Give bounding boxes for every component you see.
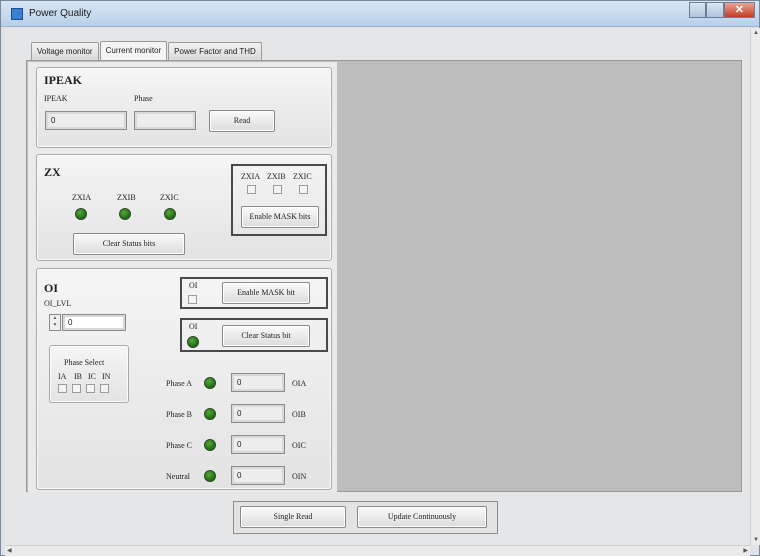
oi-status-led-indicator	[187, 336, 199, 348]
oi-lvl-spinner[interactable]: ▲ ▼	[49, 314, 61, 331]
ipeak-group: IPEAK IPEAK 0 Phase Read	[36, 67, 332, 148]
phase-b-value-field: 0	[231, 404, 285, 423]
scroll-down-arrow-icon[interactable]: ▼	[753, 537, 759, 543]
neutral-led-indicator	[204, 470, 216, 482]
zxib-led-label: ZXIB	[117, 193, 136, 202]
phase-field-label: Phase	[134, 94, 153, 103]
phase-a-unit-label: OIA	[292, 379, 307, 388]
neutral-label: Neutral	[166, 472, 190, 481]
read-button[interactable]: Read	[209, 110, 275, 132]
title-bar[interactable]: Power Quality ✕	[1, 1, 759, 27]
app-icon	[11, 8, 23, 20]
phase-a-led-indicator	[204, 377, 216, 389]
scroll-up-arrow-icon[interactable]: ▲	[753, 30, 759, 36]
minimize-button[interactable]	[689, 2, 707, 18]
phase-select-in-checkbox[interactable]	[100, 384, 109, 393]
maximize-button[interactable]	[706, 2, 724, 18]
zxic-led-indicator	[164, 208, 176, 220]
phase-c-unit-label: OIC	[292, 441, 306, 450]
phase-select-ib-label: IB	[74, 372, 82, 381]
zxic-mask-checkbox[interactable]	[299, 185, 308, 194]
phase-select-in-label: IN	[102, 372, 111, 381]
zx-mask-box: ZXIA ZXIB ZXIC Enable MASK bits	[231, 164, 327, 236]
oi-status-box: OI Clear Status bit	[180, 318, 328, 352]
phase-c-label: Phase C	[166, 441, 192, 450]
phase-value-field	[134, 111, 196, 130]
neutral-unit-label: OIN	[292, 472, 307, 481]
ipeak-value-field: 0	[45, 111, 127, 130]
oi-mask-box: OI Enable MASK bit	[180, 277, 328, 309]
phase-b-unit-label: OIB	[292, 410, 306, 419]
zxib-mask-checkbox[interactable]	[273, 185, 282, 194]
zxic-led-label: ZXIC	[160, 193, 179, 202]
phase-select-ia-label: IA	[58, 372, 67, 381]
zxia-led-indicator	[75, 208, 87, 220]
zxia-led-label: ZXIA	[72, 193, 92, 202]
window-title: Power Quality	[29, 8, 92, 19]
ipeak-title: IPEAK	[44, 73, 83, 87]
zx-enable-mask-button[interactable]: Enable MASK bits	[241, 206, 319, 228]
phase-a-value-field: 0	[231, 373, 285, 392]
phase-select-ia-checkbox[interactable]	[58, 384, 67, 393]
controls-column: IPEAK IPEAK 0 Phase Read ZX ZXIA ZXIB ZX…	[28, 62, 337, 492]
oi-status-label: OI	[189, 322, 198, 331]
neutral-value-field: 0	[231, 466, 285, 485]
update-continuously-button[interactable]: Update Continuously	[357, 506, 487, 528]
oi-lvl-input[interactable]: 0	[62, 314, 126, 331]
ipeak-field-label: IPEAK	[44, 94, 68, 103]
phase-select-group: Phase Select IA IB IC IN	[49, 345, 129, 403]
oi-mask-label: OI	[189, 281, 198, 290]
phase-c-led-indicator	[204, 439, 216, 451]
zxic-mask-label: ZXIC	[293, 172, 312, 181]
close-button[interactable]: ✕	[723, 2, 756, 18]
horizontal-scrollbar[interactable]: ◀ ▶	[5, 545, 750, 556]
app-window: Power Quality ✕ ▲ ▼ ◀ ▶ Voltage monitor …	[0, 0, 760, 556]
scroll-left-arrow-icon[interactable]: ◀	[7, 547, 12, 554]
bottom-controls: Single Read Update Continuously	[233, 501, 498, 534]
phase-c-value-field: 0	[231, 435, 285, 454]
phase-b-led-indicator	[204, 408, 216, 420]
tab-current-monitor[interactable]: Current monitor	[99, 41, 168, 60]
zx-clear-status-button[interactable]: Clear Status bits	[73, 233, 185, 255]
phase-select-ic-checkbox[interactable]	[86, 384, 95, 393]
phase-select-title: Phase Select	[64, 358, 105, 367]
phase-select-ic-label: IC	[88, 372, 96, 381]
oi-enable-mask-button[interactable]: Enable MASK bit	[222, 282, 310, 304]
scroll-right-arrow-icon[interactable]: ▶	[743, 547, 748, 554]
tab-power-factor-thd[interactable]: Power Factor and THD	[168, 42, 262, 60]
oi-mask-checkbox[interactable]	[188, 295, 197, 304]
zxia-mask-label: ZXIA	[241, 172, 261, 181]
tab-panel-current-monitor: IPEAK IPEAK 0 Phase Read ZX ZXIA ZXIB ZX…	[26, 60, 742, 492]
zxia-mask-checkbox[interactable]	[247, 185, 256, 194]
oi-group: OI OI_LVL ▲ ▼ 0 OI Enable MASK bit OI Cle…	[36, 268, 332, 490]
tab-voltage-monitor[interactable]: Voltage monitor	[31, 42, 99, 60]
single-read-button[interactable]: Single Read	[240, 506, 346, 528]
zxib-mask-label: ZXIB	[267, 172, 286, 181]
zx-group: ZX ZXIA ZXIB ZXIC Clear Status bits ZXIA…	[36, 154, 332, 261]
tab-strip: Voltage monitor Current monitor Power Fa…	[31, 41, 263, 61]
phase-a-label: Phase A	[166, 379, 192, 388]
window-controls: ✕	[689, 2, 756, 18]
zx-title: ZX	[44, 165, 61, 179]
oi-lvl-label: OI_LVL	[44, 299, 72, 308]
vertical-scrollbar[interactable]: ▲ ▼	[750, 28, 760, 545]
phase-b-label: Phase B	[166, 410, 192, 419]
zxib-led-indicator	[119, 208, 131, 220]
oi-clear-status-button[interactable]: Clear Status bit	[222, 325, 310, 347]
phase-select-ib-checkbox[interactable]	[72, 384, 81, 393]
oi-title: OI	[44, 281, 59, 295]
